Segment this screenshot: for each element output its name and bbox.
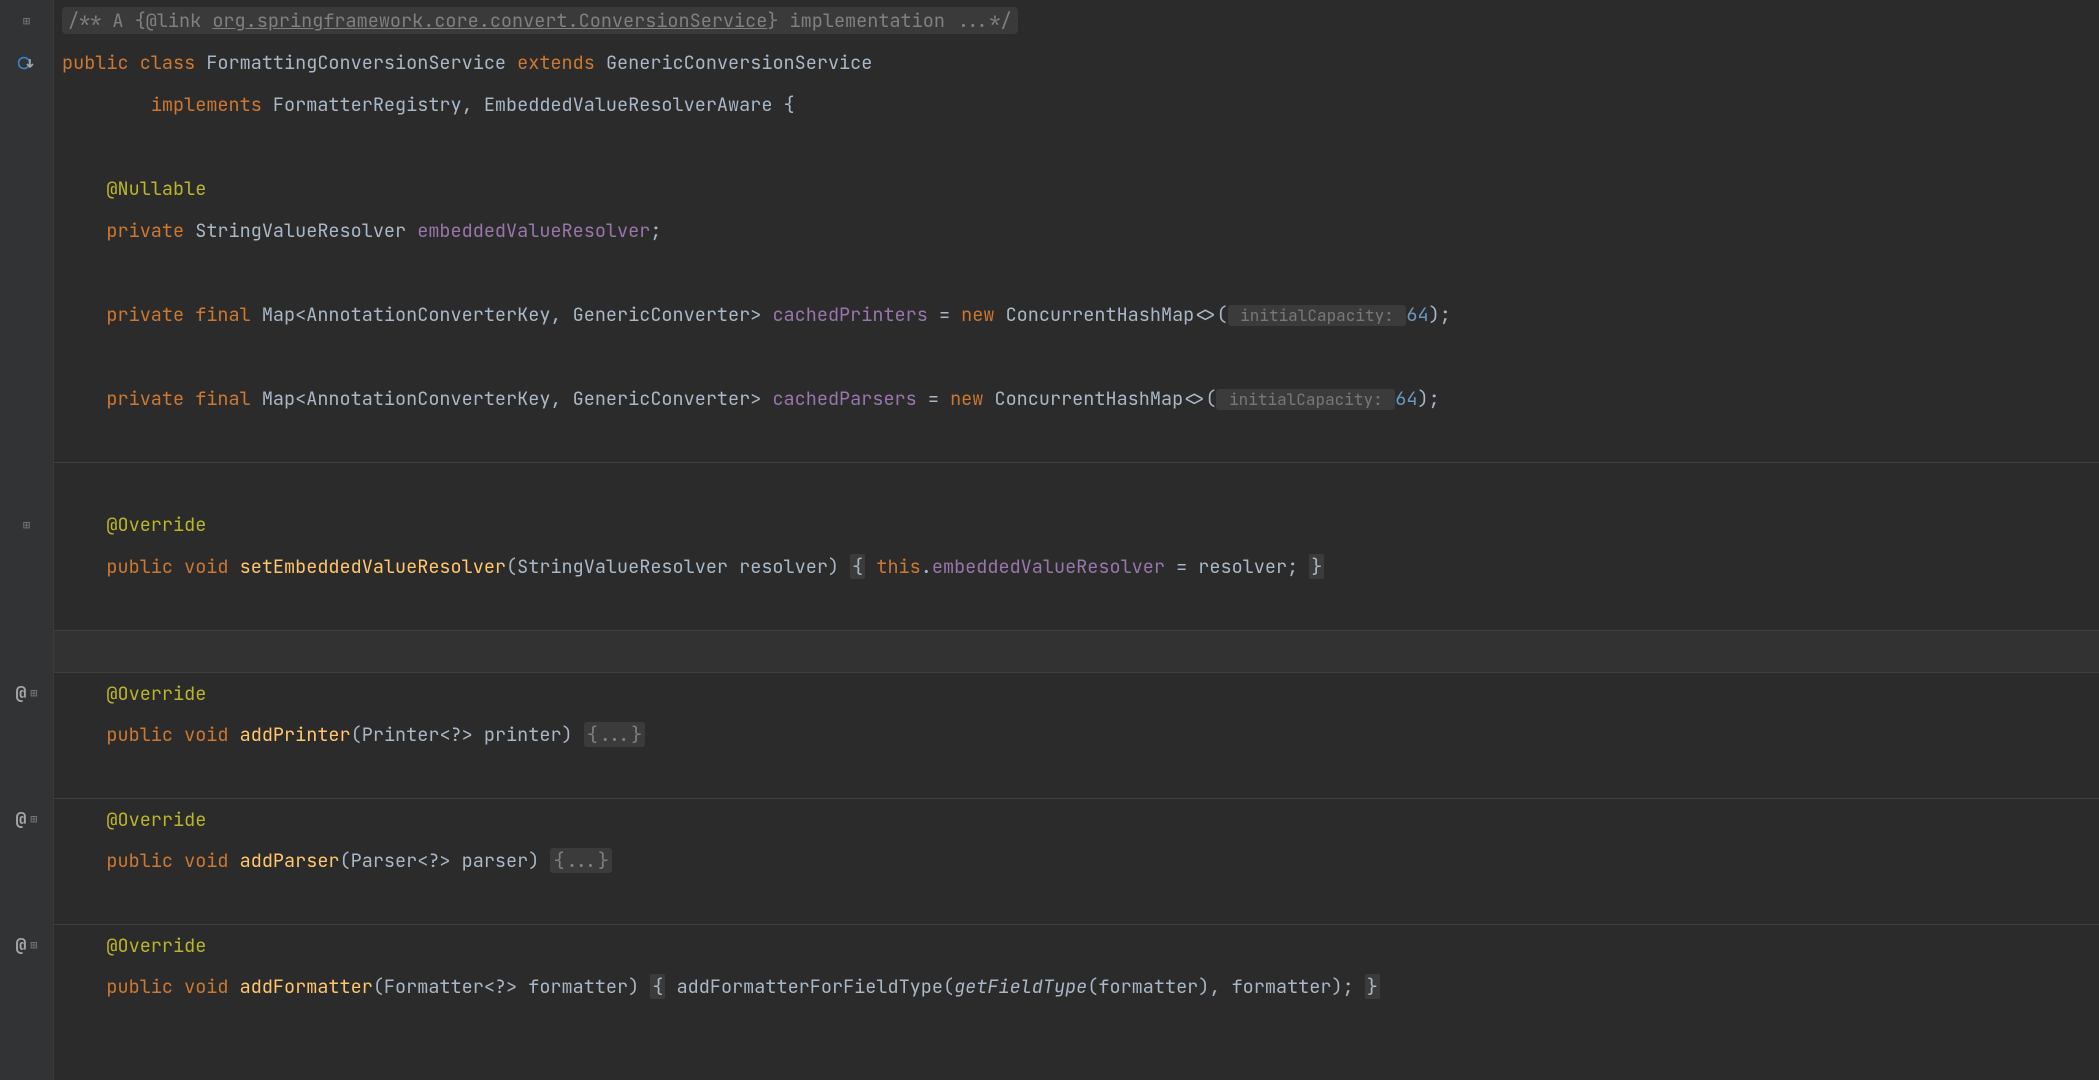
gutter-fold-row[interactable]: ⊞ <box>0 504 53 546</box>
expand-icon[interactable]: ⊞ <box>23 517 30 533</box>
code-line-comment[interactable]: /** A {@link org.springframework.core.co… <box>54 0 2099 42</box>
code-line[interactable]: public void addPrinter(Printer<?> printe… <box>54 714 2099 756</box>
override-icon[interactable]: @ <box>15 808 26 831</box>
code-editor[interactable]: ⊞ ⊞ @⊞ @⊞ @⊞ /** A <box>0 0 2099 1080</box>
caret-line[interactable] <box>54 630 2099 672</box>
gutter-override-row[interactable]: @⊞ <box>0 672 53 714</box>
code-line[interactable]: private final Map<AnnotationConverterKey… <box>54 294 2099 336</box>
gutter: ⊞ ⊞ @⊞ @⊞ @⊞ <box>0 0 54 1080</box>
code-line[interactable]: @Override <box>54 924 2099 966</box>
code-line[interactable]: @Override <box>54 504 2099 546</box>
folded-code[interactable]: {...} <box>584 722 646 747</box>
expand-icon[interactable]: ⊞ <box>30 811 37 827</box>
code-line[interactable]: public void setEmbeddedValueResolver(Str… <box>54 546 2099 588</box>
gutter-override-row[interactable]: @⊞ <box>0 798 53 840</box>
code-line[interactable]: @Override <box>54 672 2099 714</box>
code-line[interactable]: public class FormattingConversionService… <box>54 42 2099 84</box>
expand-icon[interactable]: ⊞ <box>23 13 30 29</box>
gutter-override-row[interactable]: @⊞ <box>0 924 53 966</box>
code-line[interactable]: private StringValueResolver embeddedValu… <box>54 210 2099 252</box>
gutter-fold-row[interactable]: ⊞ <box>0 0 53 42</box>
implementing-icon[interactable] <box>18 55 36 71</box>
code-line[interactable]: @Nullable <box>54 168 2099 210</box>
parameter-hint: initialCapacity: <box>1216 389 1395 410</box>
code-line[interactable]: public void addParser(Parser<?> parser) … <box>54 840 2099 882</box>
parameter-hint: initialCapacity: <box>1228 305 1407 326</box>
code-line[interactable]: implements FormatterRegistry, EmbeddedVa… <box>54 84 2099 126</box>
gutter-row[interactable] <box>0 42 53 84</box>
code-line[interactable]: public void addFormatter(Formatter<?> fo… <box>54 966 2099 1008</box>
expand-icon[interactable]: ⊞ <box>30 685 37 701</box>
override-icon[interactable]: @ <box>15 934 26 957</box>
code-line[interactable]: private final Map<AnnotationConverterKey… <box>54 378 2099 420</box>
override-icon[interactable]: @ <box>15 682 26 705</box>
expand-icon[interactable]: ⊞ <box>30 937 37 953</box>
code-area[interactable]: /** A {@link org.springframework.core.co… <box>54 0 2099 1080</box>
folded-code[interactable]: {...} <box>550 848 612 873</box>
code-line[interactable]: @Override <box>54 798 2099 840</box>
